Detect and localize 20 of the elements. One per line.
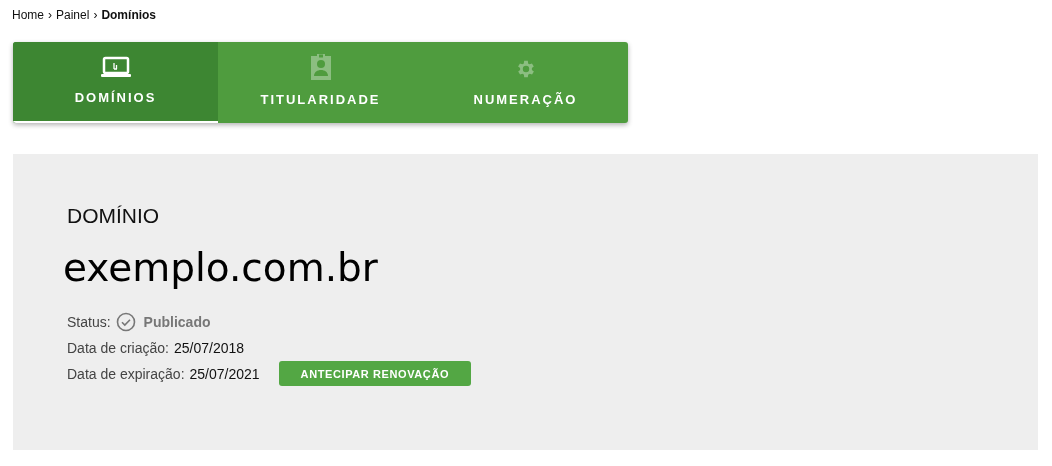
laptop-icon xyxy=(100,56,131,78)
tab[interactable]: TITULARIDADE xyxy=(218,42,423,123)
status-label: Status: xyxy=(67,313,111,330)
breadcrumb-current: Domínios xyxy=(101,7,157,22)
detail-value: 25/07/2021 xyxy=(189,365,260,382)
domain-name: exemplo.com.br xyxy=(63,248,379,287)
check-circle-icon xyxy=(115,311,136,332)
tab[interactable]: DOMÍNIOS xyxy=(13,42,218,123)
breadcrumb-separator: › xyxy=(93,7,98,22)
breadcrumb-link[interactable]: Painel xyxy=(56,7,90,22)
breadcrumb-separator: › xyxy=(48,7,52,22)
renew-button[interactable]: ANTECIPAR RENOVAÇÃO xyxy=(278,361,472,386)
breadcrumb-link[interactable]: Home xyxy=(12,7,44,22)
detail-label: Data de expiração: xyxy=(67,365,185,382)
detail-value: 25/07/2018 xyxy=(173,339,245,356)
tab[interactable]: NUMERAÇÃO xyxy=(423,42,628,123)
detail-label: Data de criação: xyxy=(67,339,169,356)
section-heading: DOMÍNIO xyxy=(67,204,161,228)
id-badge-icon xyxy=(308,53,333,80)
status-value: Publicado xyxy=(143,313,211,330)
